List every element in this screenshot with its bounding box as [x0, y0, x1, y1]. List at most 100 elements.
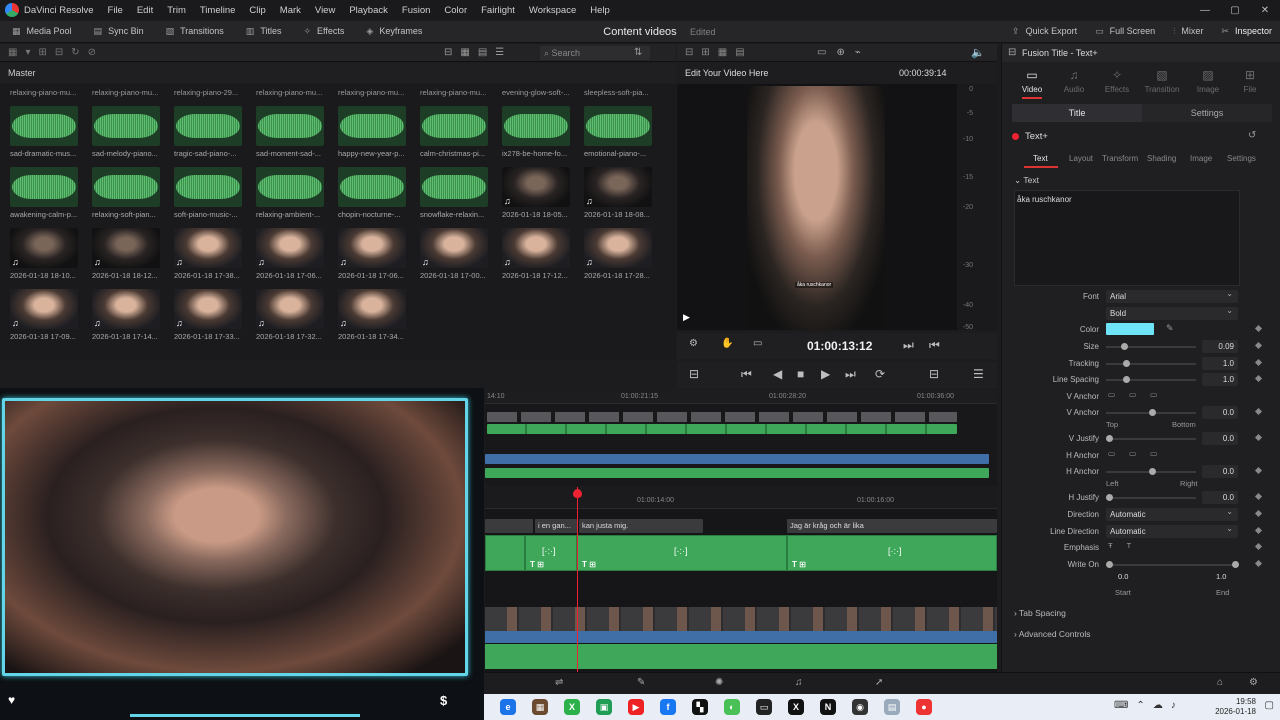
- h-anchor-slider[interactable]: [1106, 468, 1196, 475]
- tab-effects[interactable]: ✧ Effects: [1095, 68, 1139, 94]
- effects-button[interactable]: ✧ Effects: [303, 26, 344, 37]
- sync-bin-button[interactable]: ▤ Sync Bin: [94, 26, 144, 37]
- jump-end-icon[interactable]: ⏭: [845, 367, 856, 382]
- capcut-icon[interactable]: ▚: [692, 699, 708, 715]
- menu-playback[interactable]: Playback: [349, 5, 388, 16]
- keyframes-button[interactable]: ◈ Keyframes: [366, 26, 422, 37]
- size-value[interactable]: 0.09: [1202, 340, 1238, 353]
- media-clip[interactable]: 2026-01-18 17-14...: [82, 289, 160, 341]
- eyedropper-icon[interactable]: ✎: [1166, 323, 1174, 334]
- spotify-icon[interactable]: ◐: [724, 699, 740, 715]
- media-clip[interactable]: tragic-sad-piano-...: [164, 106, 242, 158]
- write-on-start-value[interactable]: 0.0: [1118, 572, 1128, 581]
- media-clip[interactable]: sad-melody-piano...: [82, 106, 160, 158]
- tab-audio[interactable]: ♫ Audio: [1052, 68, 1096, 94]
- media-clip[interactable]: 2026-01-18 17-09...: [0, 289, 78, 341]
- view-mode-icon[interactable]: ⊟▦▤☰: [444, 47, 512, 58]
- h-anchor-align-icon[interactable]: ▭▭▭: [1108, 449, 1171, 458]
- direction-select[interactable]: Automatic: [1106, 505, 1238, 521]
- keyframe-icon[interactable]: [1254, 559, 1263, 568]
- size-slider[interactable]: [1106, 343, 1196, 350]
- emphasis-icon[interactable]: ŦT: [1108, 541, 1145, 550]
- media-clip[interactable]: calm-christmas-pi...: [410, 106, 488, 158]
- keyframe-icon[interactable]: [1254, 341, 1263, 350]
- display-icon[interactable]: ▭: [753, 338, 762, 349]
- timeline-tracks[interactable]: 01:00:14:00 01:00:16:00 i en gan... kan …: [485, 487, 997, 672]
- keyframe-icon[interactable]: [1254, 407, 1263, 416]
- media-clip[interactable]: 2026-01-18 18-05...: [492, 167, 570, 219]
- title-clip[interactable]: [·:·] T ⊞: [787, 535, 997, 571]
- quick-export-button[interactable]: ⇪ Quick Export: [1012, 26, 1077, 37]
- h-justify-value[interactable]: 0.0: [1202, 491, 1238, 504]
- menu-mark[interactable]: Mark: [280, 5, 301, 16]
- hand-icon[interactable]: ✋: [721, 338, 733, 349]
- media-clip[interactable]: relaxing-ambient-...: [246, 167, 324, 219]
- v-anchor-slider[interactable]: [1106, 409, 1196, 416]
- tab-video[interactable]: ▭ Video: [1010, 68, 1054, 99]
- subtab-text[interactable]: Text: [1033, 154, 1048, 163]
- video-track[interactable]: [485, 607, 997, 631]
- menu-clip[interactable]: Clip: [249, 5, 265, 16]
- v-justify-slider[interactable]: [1106, 435, 1196, 442]
- slider-knob[interactable]: [1232, 561, 1239, 568]
- deliver-page-icon[interactable]: ➚: [875, 677, 883, 688]
- tracking-slider[interactable]: [1106, 360, 1196, 367]
- titles-button[interactable]: ▥ Titles: [246, 26, 282, 37]
- subtab-transform[interactable]: Transform: [1102, 154, 1138, 163]
- h-anchor-value[interactable]: 0.0: [1202, 465, 1238, 478]
- slider-knob[interactable]: [1106, 494, 1113, 501]
- media-clip[interactable]: 2026-01-18 17-33...: [164, 289, 242, 341]
- mixer-button[interactable]: ⫶ Mixer: [1173, 26, 1203, 37]
- media-clip[interactable]: 2026-01-18 18-10...: [0, 228, 78, 280]
- media-clip[interactable]: awakening-calm-p...: [0, 167, 78, 219]
- tab-spacing-section[interactable]: › Tab Spacing: [1014, 608, 1066, 618]
- prev-frame-icon[interactable]: ⏮: [929, 338, 940, 353]
- style-select[interactable]: Bold: [1106, 304, 1238, 320]
- media-clip[interactable]: 2026-01-18 17-06...: [328, 228, 406, 280]
- media-clip[interactable]: 2026-01-18 17-32...: [246, 289, 324, 341]
- media-clip[interactable]: 2026-01-18 17-06...: [246, 228, 324, 280]
- adjust-icon[interactable]: ⚙: [689, 338, 698, 349]
- volume-icon[interactable]: 🔈: [971, 46, 985, 59]
- keyframe-icon[interactable]: [1254, 492, 1263, 501]
- subtab-settings[interactable]: Settings: [1227, 154, 1256, 163]
- font-select[interactable]: Arial: [1106, 287, 1238, 303]
- styled-text-field[interactable]: åka ruschkanor: [1014, 190, 1240, 286]
- keyframe-icon[interactable]: [1254, 466, 1263, 475]
- home-icon[interactable]: ⌂: [1217, 677, 1223, 688]
- media-clip[interactable]: relaxing-soft-pian...: [82, 167, 160, 219]
- playhead-timecode[interactable]: 01:00:13:12: [807, 339, 872, 353]
- menu-view[interactable]: View: [315, 5, 335, 16]
- subtab-layout[interactable]: Layout: [1069, 154, 1093, 163]
- music-track[interactable]: [485, 644, 997, 669]
- advanced-controls-section[interactable]: › Advanced Controls: [1014, 629, 1091, 639]
- keyframe-icon[interactable]: [1254, 324, 1263, 333]
- transitions-button[interactable]: ▧ Transitions: [166, 26, 224, 37]
- menu-help[interactable]: Help: [590, 5, 610, 16]
- h-justify-slider[interactable]: [1106, 494, 1196, 501]
- viewer-layout-icon[interactable]: ⊟⊞▦▤: [685, 47, 753, 58]
- v-anchor-value[interactable]: 0.0: [1202, 406, 1238, 419]
- media-clip[interactable]: ix278-be-home-fo...: [492, 106, 570, 158]
- sort-icon[interactable]: ⇅: [634, 47, 642, 58]
- edge-icon[interactable]: e: [500, 699, 516, 715]
- bin-tools-icon[interactable]: ▦▾⊞⊟↻⊘: [8, 47, 104, 58]
- menu-edit[interactable]: Edit: [137, 5, 153, 16]
- slider-knob[interactable]: [1149, 409, 1156, 416]
- media-clip[interactable]: chopin-nocturne-...: [328, 167, 406, 219]
- master-bin[interactable]: Master: [8, 68, 36, 78]
- subtab-shading[interactable]: Shading: [1147, 154, 1176, 163]
- facebook-icon[interactable]: f: [660, 699, 676, 715]
- media-clip[interactable]: snowflake-relaxin...: [410, 167, 488, 219]
- menu-file[interactable]: File: [108, 5, 123, 16]
- subtitle-clip[interactable]: i en gan...: [535, 519, 577, 533]
- line-spacing-slider[interactable]: [1106, 376, 1196, 383]
- subtitle-clip[interactable]: Jag är kråg och är lika: [787, 519, 997, 533]
- v-anchor-align-icon[interactable]: ▭▭▭: [1108, 390, 1171, 399]
- cut-page-icon[interactable]: ⇌: [555, 677, 563, 688]
- subtab-image[interactable]: Image: [1190, 154, 1212, 163]
- media-clip[interactable]: 2026-01-18 17-38...: [164, 228, 242, 280]
- media-clip[interactable]: 2026-01-18 17-00...: [410, 228, 488, 280]
- xbox-icon[interactable]: X: [564, 699, 580, 715]
- media-clip[interactable]: sad-dramatic-mus...: [0, 106, 78, 158]
